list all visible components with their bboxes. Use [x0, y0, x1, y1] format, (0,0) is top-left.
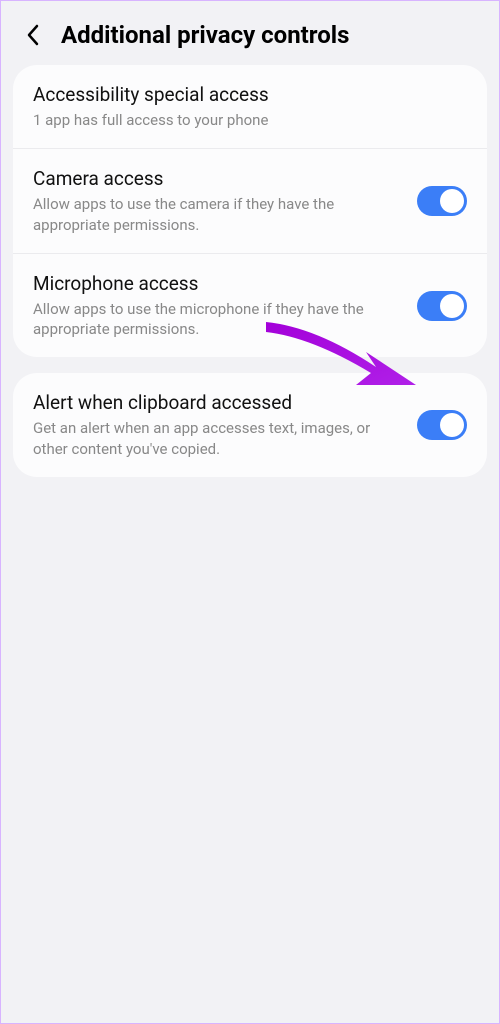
settings-section-2: Alert when clipboard accessed Get an ale… [13, 373, 487, 477]
setting-text: Accessibility special access 1 app has f… [33, 83, 467, 130]
setting-description: 1 app has full access to your phone [33, 110, 467, 130]
setting-title: Alert when clipboard accessed [33, 391, 401, 414]
settings-section-1: Accessibility special access 1 app has f… [13, 65, 487, 357]
camera-access-toggle[interactable] [417, 186, 467, 216]
setting-text: Alert when clipboard accessed Get an ale… [33, 391, 401, 459]
setting-text: Camera access Allow apps to use the came… [33, 167, 401, 235]
back-icon[interactable] [21, 23, 45, 47]
header: Additional privacy controls [1, 1, 499, 65]
setting-description: Allow apps to use the microphone if they… [33, 299, 401, 340]
setting-title: Microphone access [33, 272, 401, 295]
microphone-access-toggle[interactable] [417, 291, 467, 321]
setting-title: Accessibility special access [33, 83, 467, 106]
setting-accessibility-special-access[interactable]: Accessibility special access 1 app has f… [13, 65, 487, 149]
setting-description: Allow apps to use the camera if they hav… [33, 194, 401, 235]
page-title: Additional privacy controls [61, 21, 349, 49]
setting-text: Microphone access Allow apps to use the … [33, 272, 401, 340]
setting-camera-access[interactable]: Camera access Allow apps to use the came… [13, 149, 487, 254]
setting-microphone-access[interactable]: Microphone access Allow apps to use the … [13, 254, 487, 358]
setting-clipboard-alert[interactable]: Alert when clipboard accessed Get an ale… [13, 373, 487, 477]
setting-title: Camera access [33, 167, 401, 190]
clipboard-alert-toggle[interactable] [417, 410, 467, 440]
setting-description: Get an alert when an app accesses text, … [33, 418, 401, 459]
